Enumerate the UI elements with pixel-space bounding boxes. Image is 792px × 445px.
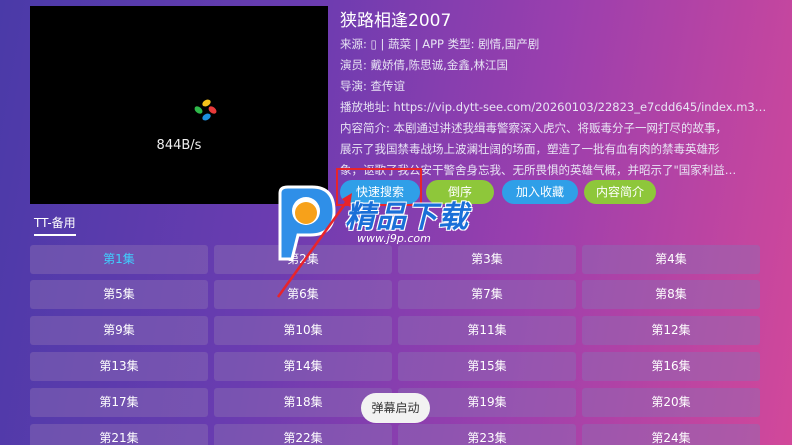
watermark-text: 精品下载 (345, 200, 469, 235)
episode-button[interactable]: 第16集 (582, 352, 760, 381)
episode-button[interactable]: 第17集 (30, 388, 208, 417)
director-row: 导演: 查传谊 (340, 79, 406, 93)
actors-row: 演员: 戴娇倩,陈思诚,金鑫,林江国 (340, 58, 508, 72)
episode-button[interactable]: 第10集 (214, 316, 392, 345)
episode-button[interactable]: 第9集 (30, 316, 208, 345)
content-intro-button[interactable]: 内容简介 (584, 180, 656, 204)
watermark-url: www.j9p.com (357, 232, 431, 245)
add-favorite-button[interactable]: 加入收藏 (502, 180, 578, 204)
episode-button[interactable]: 第23集 (398, 424, 576, 445)
episode-button[interactable]: 第12集 (582, 316, 760, 345)
episode-button[interactable]: 第8集 (582, 280, 760, 309)
episode-button[interactable]: 第4集 (582, 245, 760, 274)
episode-button[interactable]: 第11集 (398, 316, 576, 345)
download-speed: 844B/s (156, 138, 202, 153)
source-type-row: 来源: ▯ | 蔬菜 | APP 类型: 剧情,国产剧 (340, 37, 540, 51)
danmaku-toast: 弹幕启动 (361, 393, 430, 423)
episode-button[interactable]: 第21集 (30, 424, 208, 445)
episode-button[interactable]: 第20集 (582, 388, 760, 417)
description-line: 内容简介: 本剧通过讲述我缉毒警察深入虎穴、将贩毒分子一网打尽的故事， (340, 121, 728, 135)
loading-spinner-icon (193, 98, 218, 124)
description-line: 展示了我国禁毒战场上波澜壮阔的场面，塑造了一批有血有肉的禁毒英雄形 (340, 142, 720, 156)
episode-button[interactable]: 第22集 (214, 424, 392, 445)
episode-button[interactable]: 第3集 (398, 245, 576, 274)
annotation-arrow-icon (276, 193, 352, 298)
episode-button[interactable]: 第1集 (30, 245, 208, 274)
show-title: 狭路相逢2007 (340, 11, 452, 31)
episode-button[interactable]: 第14集 (214, 352, 392, 381)
episode-button[interactable]: 第7集 (398, 280, 576, 309)
episode-button[interactable]: 第24集 (582, 424, 760, 445)
episode-button[interactable]: 第13集 (30, 352, 208, 381)
video-player[interactable]: 844B/s (30, 6, 328, 204)
episode-button[interactable]: 第5集 (30, 280, 208, 309)
detail-panel: 狭路相逢2007 来源: ▯ | 蔬菜 | APP 类型: 剧情,国产剧 演员:… (340, 8, 770, 181)
play-url-row: 播放地址: https://vip.dytt-see.com/20260103/… (340, 100, 770, 114)
episode-button[interactable]: 第15集 (398, 352, 576, 381)
source-tab[interactable]: TT-备用 (34, 214, 76, 236)
